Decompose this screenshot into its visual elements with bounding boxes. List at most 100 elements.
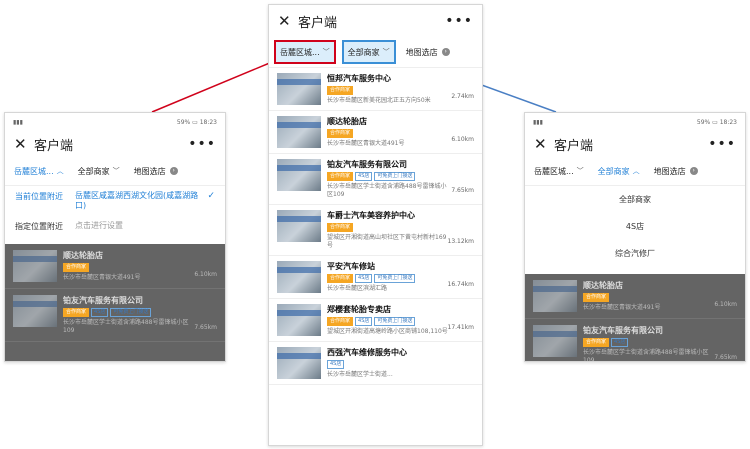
category-filter-label: 全部商家 xyxy=(77,166,110,176)
map-filter-label: 地图选店 xyxy=(133,166,166,176)
shop-thumbnail xyxy=(277,159,321,191)
shop-name: 郑樱套轮胎专卖店 xyxy=(327,305,391,314)
region-filter[interactable]: 岳麓区城... ﹀ xyxy=(274,40,336,64)
category-option[interactable]: 综合汽修厂 xyxy=(525,240,745,267)
signal-icon: ▮▮▮ xyxy=(13,118,23,126)
list-item[interactable]: 铂友汽车服务有限公司 合作商家 4S店 可免费上门接送 长沙市岳麓区学士街道含浦… xyxy=(5,289,225,342)
map-filter[interactable]: 地图选店 › xyxy=(650,166,702,177)
map-filter-label: 地图选店 xyxy=(653,166,686,176)
status-bar: ▮▮▮ 59% ▭ 18:23 xyxy=(533,118,737,126)
chevron-down-icon: ﹀ xyxy=(382,48,390,56)
list-item[interactable]: 恒邦汽车服务中心 合作商家 长沙市岳麓区新美花园北正五方向50米 2.74km xyxy=(269,68,482,111)
filter-bar: 岳麓区城... ﹀ 全部商家 ︿ 地图选店 › xyxy=(525,157,745,186)
specify-location-option[interactable]: 指定位置附近 点击进行设置 xyxy=(5,216,225,237)
tag-badge: 可免费上门接送 xyxy=(374,274,416,283)
region-filter[interactable]: 岳麓区城... ﹀ xyxy=(530,166,588,177)
category-filter-label: 全部商家 xyxy=(597,166,630,176)
shop-address: 长沙市岳麓区学士街道... xyxy=(327,371,393,378)
tag-badge: 合作商家 xyxy=(327,86,354,95)
tag-badge: 合作商家 xyxy=(327,274,354,283)
tag-badge: 合作商家 xyxy=(327,317,354,326)
tag-badge: 4S店 xyxy=(355,317,373,326)
category-filter[interactable]: 全部商家 ﹀ xyxy=(74,166,124,177)
title-bar: ✕ 客户端 ••• xyxy=(5,131,225,157)
shop-name: 车爵士汽车美容养护中心 xyxy=(327,211,415,220)
list-item[interactable]: 车爵士汽车美容养护中心 合作商家 望城区开湘街道高山坝社区下黄屯村新村169号 13.… xyxy=(269,205,482,256)
chevron-up-icon: ︿ xyxy=(632,167,640,175)
tag-badge: 合作商家 xyxy=(63,263,90,272)
shop-distance: 6.10km xyxy=(451,136,474,143)
shop-distance: 7.65km xyxy=(194,324,217,331)
list-item[interactable]: 顺达轮胎店 合作商家 长沙市岳麓区青银大道491号 6.10km xyxy=(5,244,225,289)
list-item[interactable]: 铂友汽车服务有限公司 合作商家 4S店 长沙市岳麓区学士街道含浦路488号雷锋城… xyxy=(525,319,745,361)
category-option[interactable]: 4S店 xyxy=(525,213,745,240)
more-icon[interactable]: ••• xyxy=(708,137,736,151)
list-item[interactable]: 平安汽车修站 合作商家 4S店 可免费上门接送 长沙市岳麓区滨湖汇路 16.74km xyxy=(269,256,482,299)
region-filter-label: 岳麓区城... xyxy=(280,47,320,57)
list-item[interactable]: 铂友汽车服务有限公司 合作商家 4S店 可免费上门接送 长沙市岳麓区学士街道含浦路488… xyxy=(269,154,482,205)
chevron-down-icon: ﹀ xyxy=(322,48,330,56)
shop-thumbnail xyxy=(277,73,321,105)
tag-badge: 可免费上门接送 xyxy=(374,317,416,326)
map-filter[interactable]: 地图选店 › xyxy=(130,166,182,177)
category-filter[interactable]: 全部商家 ﹀ xyxy=(341,40,396,64)
dimmed-list[interactable]: 顺达轮胎店 合作商家 长沙市岳麓区青银大道491号 6.10km 铂友汽车服务有… xyxy=(525,274,745,361)
shop-distance: 17.41km xyxy=(447,324,475,331)
category-option[interactable]: 全部商家 xyxy=(525,186,745,213)
current-location-option[interactable]: 当前位置附近 岳麓区咸嘉湖西湖文化园(咸嘉湖路口) ✓ xyxy=(5,186,225,216)
shop-thumbnail xyxy=(533,280,577,312)
shop-name: 平安汽车修站 xyxy=(327,262,375,271)
shop-distance: 2.74km xyxy=(451,93,474,100)
region-filter[interactable]: 岳麓区城... ︿ xyxy=(10,166,68,177)
list-item[interactable]: 西强汽车维修服务中心 4S店 长沙市岳麓区学士街道... xyxy=(269,342,482,385)
shop-name: 西强汽车维修服务中心 xyxy=(327,348,407,357)
shop-thumbnail xyxy=(277,210,321,242)
shop-thumbnail xyxy=(277,116,321,148)
chevron-down-icon: ﹀ xyxy=(576,167,584,175)
clock: 18:23 xyxy=(719,118,737,126)
shop-name: 顺达轮胎店 xyxy=(327,117,367,126)
tag-badge: 合作商家 xyxy=(327,223,354,232)
map-filter[interactable]: 地图选店 › xyxy=(402,47,454,58)
filter-bar: 岳麓区城... ︿ 全部商家 ﹀ 地图选店 › xyxy=(5,157,225,186)
chevron-down-icon: ﹀ xyxy=(112,167,120,175)
category-filter-label: 全部商家 xyxy=(347,47,380,57)
specify-location-label: 指定位置附近 xyxy=(15,222,63,231)
more-icon[interactable]: ••• xyxy=(445,14,473,28)
more-icon[interactable]: ••• xyxy=(188,137,216,151)
shop-thumbnail xyxy=(13,250,57,282)
shop-distance: 7.65km xyxy=(451,187,474,194)
specify-location-value: 点击进行设置 xyxy=(75,221,123,230)
status-bar: ▮▮▮ 59% ▭ 18:23 xyxy=(13,118,217,126)
shop-name: 顺达轮胎店 xyxy=(63,251,103,260)
shop-thumbnail xyxy=(277,304,321,336)
shop-list: 恒邦汽车服务中心 合作商家 长沙市岳麓区新美花园北正五方向50米 2.74km 顺达轮胎… xyxy=(269,68,482,385)
shop-name: 顺达轮胎店 xyxy=(583,281,623,290)
category-filter[interactable]: 全部商家 ︿ xyxy=(594,166,644,177)
tag-badge: 合作商家 xyxy=(63,308,90,317)
chevron-up-icon: ︿ xyxy=(56,167,64,175)
dimmed-list[interactable]: 顺达轮胎店 合作商家 长沙市岳麓区青银大道491号 6.10km 铂友汽车服务有… xyxy=(5,244,225,361)
phone-left-location-dropdown: ▮▮▮ 59% ▭ 18:23 ✕ 客户端 ••• 岳麓区城... ︿ 全部商家 ﹀… xyxy=(4,112,226,362)
page-title: 客户端 xyxy=(34,138,74,154)
map-filter-label: 地图选店 xyxy=(405,47,438,57)
list-item[interactable]: 郑樱套轮胎专卖店 合作商家 4S店 可免费上门接送 望城区开湘街道高塘岭路小区商铺108… xyxy=(269,299,482,342)
shop-thumbnail xyxy=(277,261,321,293)
shop-distance: 7.65km xyxy=(714,354,737,361)
check-icon: ✓ xyxy=(207,191,215,201)
tag-badge: 合作商家 xyxy=(583,338,610,347)
close-icon[interactable]: ✕ xyxy=(14,136,30,152)
shop-name: 恒邦汽车服务中心 xyxy=(327,74,391,83)
shop-distance: 6.10km xyxy=(714,301,737,308)
tag-badge: 合作商家 xyxy=(583,293,610,302)
map-pin-icon: › xyxy=(689,167,698,175)
close-icon[interactable]: ✕ xyxy=(534,136,550,152)
title-bar: ✕ 客户端 ••• xyxy=(525,131,745,157)
tag-badge: 可免费上门接送 xyxy=(374,172,416,181)
close-icon[interactable]: ✕ xyxy=(278,13,294,29)
map-pin-icon: › xyxy=(441,48,450,56)
list-item[interactable]: 顺达轮胎店 合作商家 长沙市岳麓区青银大道491号 6.10km xyxy=(525,274,745,319)
shop-distance: 13.12km xyxy=(447,238,475,245)
list-item[interactable]: 顺达轮胎店 合作商家 长沙市岳麓区青银大道491号 6.10km xyxy=(269,111,482,154)
battery-level: 59% xyxy=(176,118,191,126)
